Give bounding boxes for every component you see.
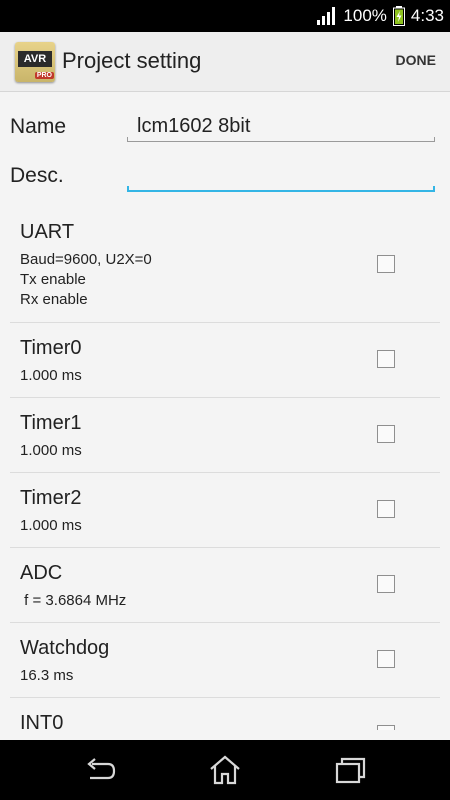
list-item-title: Timer0 <box>20 337 82 359</box>
desc-label: Desc. <box>10 164 64 187</box>
navigation-bar <box>0 740 450 800</box>
watchdog-checkbox[interactable] <box>377 650 395 668</box>
list-item-timer0[interactable]: Timer0 1.000 ms <box>10 323 440 398</box>
list-item-uart[interactable]: UART Baud=9600, U2X=0 Tx enable Rx enabl… <box>10 212 440 323</box>
list-item-int0[interactable]: INT0 <box>10 698 440 730</box>
clock: 4:33 <box>410 6 444 25</box>
app-icon-label: AVR <box>18 51 52 67</box>
list-item-title: ADC <box>20 562 63 584</box>
uart-checkbox[interactable] <box>377 255 395 273</box>
app-icon-badge: PRO <box>34 72 54 79</box>
list-item-title: Timer1 <box>20 412 82 434</box>
name-label: Name <box>10 115 67 138</box>
app-icon[interactable]: AVR PRO <box>15 42 55 82</box>
page-title: Project setting <box>62 48 202 73</box>
list-item-adc[interactable]: ADC f = 3.6864 MHz <box>10 548 440 623</box>
back-icon[interactable] <box>82 754 118 786</box>
list-item-detail: Baud=9600, U2X=0 Tx enable Rx enable <box>20 251 152 308</box>
list-item-title: INT0 <box>20 712 64 730</box>
list-item-watchdog[interactable]: Watchdog 16.3 ms <box>10 623 440 698</box>
name-field[interactable]: lcm1602 8bit <box>127 112 435 142</box>
list-item-detail: 1.000 ms <box>20 442 82 459</box>
list-item-title: Timer2 <box>20 487 82 509</box>
list-item-detail: 1.000 ms <box>20 517 82 534</box>
adc-checkbox[interactable] <box>377 575 395 593</box>
timer1-checkbox[interactable] <box>377 425 395 443</box>
list-item-detail: f = 3.6864 MHz <box>20 592 127 609</box>
list-item-timer1[interactable]: Timer1 1.000 ms <box>10 398 440 473</box>
list-item-title: UART <box>20 221 75 243</box>
signal-icon <box>317 7 336 25</box>
list-item-title: Watchdog <box>20 637 110 659</box>
list-item-detail: 16.3 ms <box>20 667 74 684</box>
timer2-checkbox[interactable] <box>377 500 395 518</box>
recent-apps-icon[interactable] <box>332 754 368 786</box>
done-button[interactable]: DONE <box>396 52 436 68</box>
timer0-checkbox[interactable] <box>377 350 395 368</box>
action-bar: AVR PRO Project setting DONE <box>0 32 450 92</box>
list-item-timer2[interactable]: Timer2 1.000 ms <box>10 473 440 548</box>
desc-field[interactable] <box>127 162 435 192</box>
status-bar: 100% 4:33 <box>0 0 450 32</box>
peripheral-list: UART Baud=9600, U2X=0 Tx enable Rx enabl… <box>10 212 440 730</box>
list-item-detail: 1.000 ms <box>20 367 82 384</box>
int0-checkbox[interactable] <box>377 725 395 730</box>
battery-percent: 100% <box>343 6 387 25</box>
battery-charging-icon <box>392 6 405 26</box>
home-icon[interactable] <box>207 754 243 786</box>
